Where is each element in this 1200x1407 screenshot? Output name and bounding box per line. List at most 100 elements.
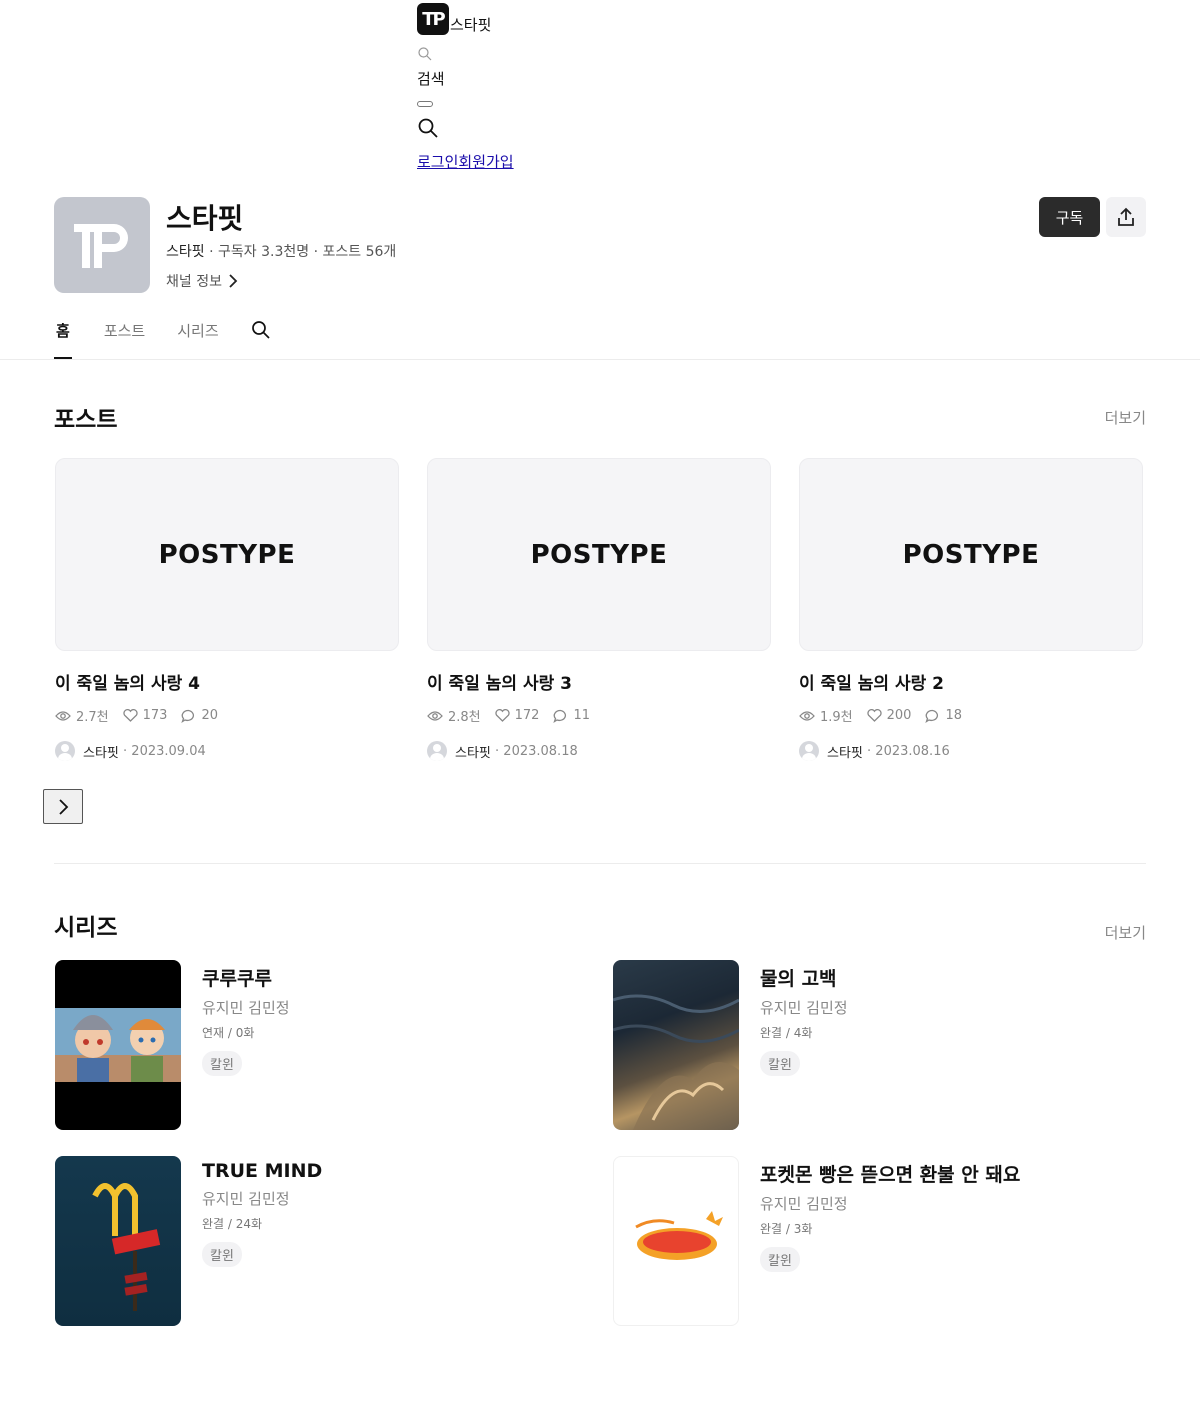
like-stat: 172 bbox=[495, 708, 539, 723]
carousel-next-button[interactable] bbox=[43, 789, 83, 824]
post-card[interactable]: POSTYPE 이 죽일 놈의 사랑 4 2.7천 173 20 스타핏 · 2… bbox=[55, 458, 399, 761]
channel-info-label: 채널 정보 bbox=[166, 274, 222, 290]
postype-logo-icon bbox=[74, 224, 128, 268]
tab-home[interactable]: 홈 bbox=[54, 318, 72, 359]
tab-search-button[interactable] bbox=[251, 318, 271, 359]
post-title[interactable]: 이 죽일 놈의 사랑 3 bbox=[427, 669, 771, 694]
series-cover-art bbox=[613, 994, 739, 1130]
post-stats: 1.9천 200 18 bbox=[799, 706, 1143, 725]
posts-section-title: 포스트 bbox=[54, 407, 118, 433]
search-icon bbox=[418, 118, 438, 138]
search-icon bbox=[418, 47, 432, 61]
series-section-header: 시리즈 더보기 bbox=[54, 906, 1146, 943]
avatar bbox=[427, 741, 447, 761]
series-item[interactable]: TRUE MIND 유지민 김민정 완결 / 24화 칼윈 bbox=[55, 1156, 575, 1326]
view-stat: 2.8천 bbox=[427, 706, 481, 725]
comment-count: 18 bbox=[945, 708, 963, 723]
heart-icon bbox=[123, 709, 138, 722]
series-status: 연재 / 0화 bbox=[202, 1026, 255, 1040]
author-name[interactable]: 스타핏 bbox=[455, 742, 491, 761]
series-cover[interactable] bbox=[55, 1156, 181, 1326]
brand-name: 스타핏 bbox=[450, 16, 492, 34]
meta-separator: · bbox=[118, 743, 132, 759]
channel-header: 스타핏 스타핏 · 구독자 3.3천명 · 포스트 56개 채널 정보 구독 bbox=[54, 197, 1146, 293]
search-icon-small bbox=[417, 41, 717, 66]
series-more-link[interactable]: 더보기 bbox=[1105, 922, 1146, 943]
search-button[interactable] bbox=[417, 107, 717, 143]
series-item[interactable]: 물의 고백 유지민 김민정 완결 / 4화 칼윈 bbox=[613, 960, 1133, 1130]
post-author: 스타핏 · 2023.08.18 bbox=[427, 741, 771, 761]
author-name[interactable]: 스타핏 bbox=[83, 742, 119, 761]
post-count: 포스트 56개 bbox=[322, 244, 397, 260]
channel-info-link[interactable]: 채널 정보 bbox=[166, 271, 238, 291]
post-title[interactable]: 이 죽일 놈의 사랑 2 bbox=[799, 669, 1143, 694]
chevron-right-icon bbox=[229, 274, 238, 288]
series-title[interactable]: 쿠루쿠루 bbox=[202, 964, 290, 991]
comment-icon bbox=[181, 709, 195, 723]
tab-series[interactable]: 시리즈 bbox=[177, 318, 218, 359]
series-author: 유지민 김민정 bbox=[760, 1195, 848, 1213]
post-card[interactable]: POSTYPE 이 죽일 놈의 사랑 3 2.8천 172 11 스타핏 · 2… bbox=[427, 458, 771, 761]
post-title[interactable]: 이 죽일 놈의 사랑 4 bbox=[55, 669, 399, 694]
series-title[interactable]: 포켓몬 빵은 뜯으면 환불 안 돼요 bbox=[760, 1160, 1020, 1187]
eye-icon bbox=[427, 710, 443, 721]
series-cover[interactable] bbox=[613, 1156, 739, 1326]
series-info: 포켓몬 빵은 뜯으면 환불 안 돼요 유지민 김민정 완결 / 3화 칼윈 bbox=[760, 1160, 1020, 1272]
posts-list: POSTYPE 이 죽일 놈의 사랑 4 2.7천 173 20 스타핏 · 2… bbox=[55, 458, 1143, 761]
posts-section-header: 포스트 더보기 bbox=[54, 400, 1146, 434]
author-name[interactable]: 스타핏 bbox=[827, 742, 863, 761]
post-date: 2023.09.04 bbox=[131, 743, 206, 759]
posts-more-link[interactable]: 더보기 bbox=[1105, 407, 1146, 428]
subscriber-count: 구독자 3.3천명 bbox=[218, 244, 310, 260]
signup-link[interactable]: 회원가입 bbox=[458, 153, 513, 171]
like-count: 200 bbox=[886, 708, 912, 723]
avatar bbox=[799, 741, 819, 761]
brand-link[interactable]: TP 스타핏 bbox=[417, 1, 717, 35]
tab-posts[interactable]: 포스트 bbox=[104, 318, 145, 359]
like-stat: 200 bbox=[867, 708, 912, 723]
eye-icon bbox=[55, 710, 71, 721]
chevron-right-icon bbox=[59, 798, 69, 815]
series-item[interactable]: 포켓몬 빵은 뜯으면 환불 안 돼요 유지민 김민정 완결 / 3화 칼윈 bbox=[613, 1156, 1133, 1326]
post-thumbnail[interactable]: POSTYPE bbox=[55, 458, 399, 651]
series-tag[interactable]: 칼윈 bbox=[202, 1051, 242, 1076]
subscribe-button[interactable]: 구독 bbox=[1039, 197, 1100, 237]
share-button[interactable] bbox=[1106, 197, 1146, 237]
channel-meta: 스타핏 · 구독자 3.3천명 · 포스트 56개 bbox=[166, 241, 396, 261]
post-author: 스타핏 · 2023.08.16 bbox=[799, 741, 1143, 761]
series-status: 완결 / 24화 bbox=[202, 1217, 263, 1231]
series-title[interactable]: 물의 고백 bbox=[760, 964, 848, 991]
series-cover[interactable] bbox=[613, 960, 739, 1130]
meta-separator: · bbox=[862, 743, 876, 759]
comment-icon bbox=[925, 709, 939, 723]
heart-icon bbox=[867, 709, 882, 722]
post-thumbnail[interactable]: POSTYPE bbox=[427, 458, 771, 651]
series-tag[interactable]: 칼윈 bbox=[760, 1051, 800, 1076]
section-divider bbox=[54, 863, 1146, 864]
channel-owner[interactable]: 스타핏 bbox=[166, 244, 205, 260]
like-stat: 173 bbox=[123, 708, 167, 723]
post-thumbnail[interactable]: POSTYPE bbox=[799, 458, 1143, 651]
series-title[interactable]: TRUE MIND bbox=[202, 1160, 322, 1182]
post-card[interactable]: POSTYPE 이 죽일 놈의 사랑 2 1.9천 200 18 스타핏 · 2… bbox=[799, 458, 1143, 761]
series-author: 유지민 김민정 bbox=[202, 1190, 290, 1208]
comment-icon bbox=[553, 709, 567, 723]
series-cover-art bbox=[635, 1211, 723, 1260]
series-item[interactable]: 쿠루쿠루 유지민 김민정 연재 / 0화 칼윈 bbox=[55, 960, 575, 1130]
series-tag[interactable]: 칼윈 bbox=[760, 1247, 800, 1272]
post-author: 스타핏 · 2023.09.04 bbox=[55, 741, 399, 761]
login-link[interactable]: 로그인 bbox=[417, 153, 458, 171]
auth-links: 로그인회원가입 bbox=[417, 151, 717, 172]
series-cover[interactable] bbox=[55, 960, 181, 1130]
series-status: 완결 / 3화 bbox=[760, 1222, 813, 1236]
series-info: 물의 고백 유지민 김민정 완결 / 4화 칼윈 bbox=[760, 964, 848, 1076]
view-count: 2.7천 bbox=[76, 710, 109, 725]
comment-stat: 18 bbox=[925, 708, 962, 723]
series-info: TRUE MIND 유지민 김민정 완결 / 24화 칼윈 bbox=[202, 1160, 322, 1267]
series-author: 유지민 김민정 bbox=[202, 999, 290, 1017]
comment-count: 11 bbox=[573, 708, 591, 723]
series-tag[interactable]: 칼윈 bbox=[202, 1242, 242, 1267]
series-info: 쿠루쿠루 유지민 김민정 연재 / 0화 칼윈 bbox=[202, 964, 290, 1076]
comment-stat: 11 bbox=[553, 708, 590, 723]
post-date: 2023.08.18 bbox=[503, 743, 578, 759]
